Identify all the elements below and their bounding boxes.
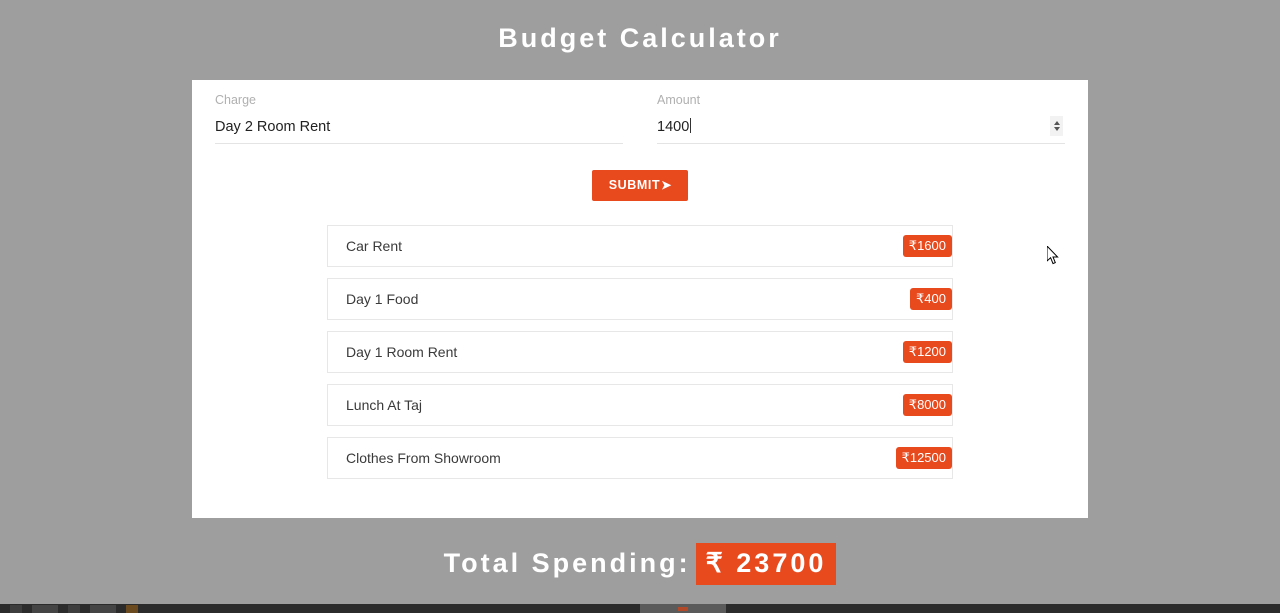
taskbar-icon-5[interactable] bbox=[126, 604, 138, 613]
expense-name: Car Rent bbox=[346, 238, 403, 254]
submit-row: SUBMIT➤ bbox=[192, 170, 1088, 201]
expense-amount-cell: ₹8000 bbox=[640, 394, 952, 416]
amount-input-wrap[interactable]: 1400 bbox=[657, 114, 1065, 144]
expense-amount-badge: ₹1200 bbox=[902, 341, 952, 363]
submit-button-label: SUBMIT bbox=[608, 178, 661, 192]
taskbar-icon-1[interactable] bbox=[10, 604, 22, 613]
expense-amount-cell: ₹1600 bbox=[640, 235, 952, 257]
expense-amount-badge: ₹12500 bbox=[895, 447, 952, 469]
chevron-down-icon[interactable] bbox=[1053, 127, 1060, 131]
expense-amount-badge: ₹8000 bbox=[902, 394, 952, 416]
calculator-panel: Charge Day 2 Room Rent Amount 1400 SUBMI… bbox=[192, 80, 1088, 518]
expense-amount-badge: ₹400 bbox=[910, 288, 952, 310]
page-title: Budget Calculator bbox=[498, 23, 782, 53]
expense-form: Charge Day 2 Room Rent Amount 1400 bbox=[215, 92, 1065, 144]
charge-field-group: Charge Day 2 Room Rent bbox=[215, 92, 623, 144]
text-caret bbox=[690, 118, 692, 133]
taskbar-active-window-icon bbox=[678, 607, 688, 611]
chevron-up-icon[interactable] bbox=[1053, 121, 1060, 125]
expense-amount-badge: ₹1600 bbox=[902, 235, 952, 257]
expense-amount-cell: ₹1200 bbox=[640, 341, 952, 363]
submit-button[interactable]: SUBMIT➤ bbox=[591, 170, 689, 201]
expense-row[interactable]: Day 1 Room Rent ₹1200 bbox=[327, 331, 953, 373]
taskbar-icon-3[interactable] bbox=[68, 604, 80, 613]
taskbar-icon-4[interactable] bbox=[90, 604, 116, 613]
total-spending: Total Spending: ₹ 23700 bbox=[0, 543, 1280, 585]
amount-label: Amount bbox=[657, 93, 701, 107]
charge-input-wrap[interactable]: Day 2 Room Rent bbox=[215, 114, 623, 144]
total-spending-amount: ₹ 23700 bbox=[695, 543, 837, 585]
expense-amount-cell: ₹400 bbox=[640, 288, 952, 310]
expense-list: Car Rent ₹1600 Day 1 Food ₹400 Day 1 Room Re… bbox=[327, 225, 953, 490]
expense-name: Clothes From Showroom bbox=[346, 450, 501, 466]
charge-label: Charge bbox=[215, 93, 256, 107]
expense-row[interactable]: Clothes From Showroom ₹12500 bbox=[327, 437, 953, 479]
expense-row[interactable]: Day 1 Food ₹400 bbox=[327, 278, 953, 320]
expense-name: Day 1 Food bbox=[346, 291, 419, 307]
send-arrow-icon: ➤ bbox=[661, 178, 672, 192]
taskbar[interactable] bbox=[0, 604, 1280, 613]
amount-field-group: Amount 1400 bbox=[657, 92, 1065, 144]
amount-input[interactable]: 1400 bbox=[657, 114, 1065, 140]
expense-amount-cell: ₹12500 bbox=[640, 447, 952, 469]
expense-row[interactable]: Car Rent ₹1600 bbox=[327, 225, 953, 267]
amount-stepper[interactable] bbox=[1050, 116, 1063, 136]
amount-input-text: 1400 bbox=[657, 119, 690, 135]
taskbar-icon-2[interactable] bbox=[32, 604, 58, 613]
charge-input[interactable]: Day 2 Room Rent bbox=[215, 114, 623, 140]
expense-name: Lunch At Taj bbox=[346, 397, 423, 413]
expense-row[interactable]: Lunch At Taj ₹8000 bbox=[327, 384, 953, 426]
expense-name: Day 1 Room Rent bbox=[346, 344, 458, 360]
total-spending-label: Total Spending: bbox=[443, 548, 691, 578]
